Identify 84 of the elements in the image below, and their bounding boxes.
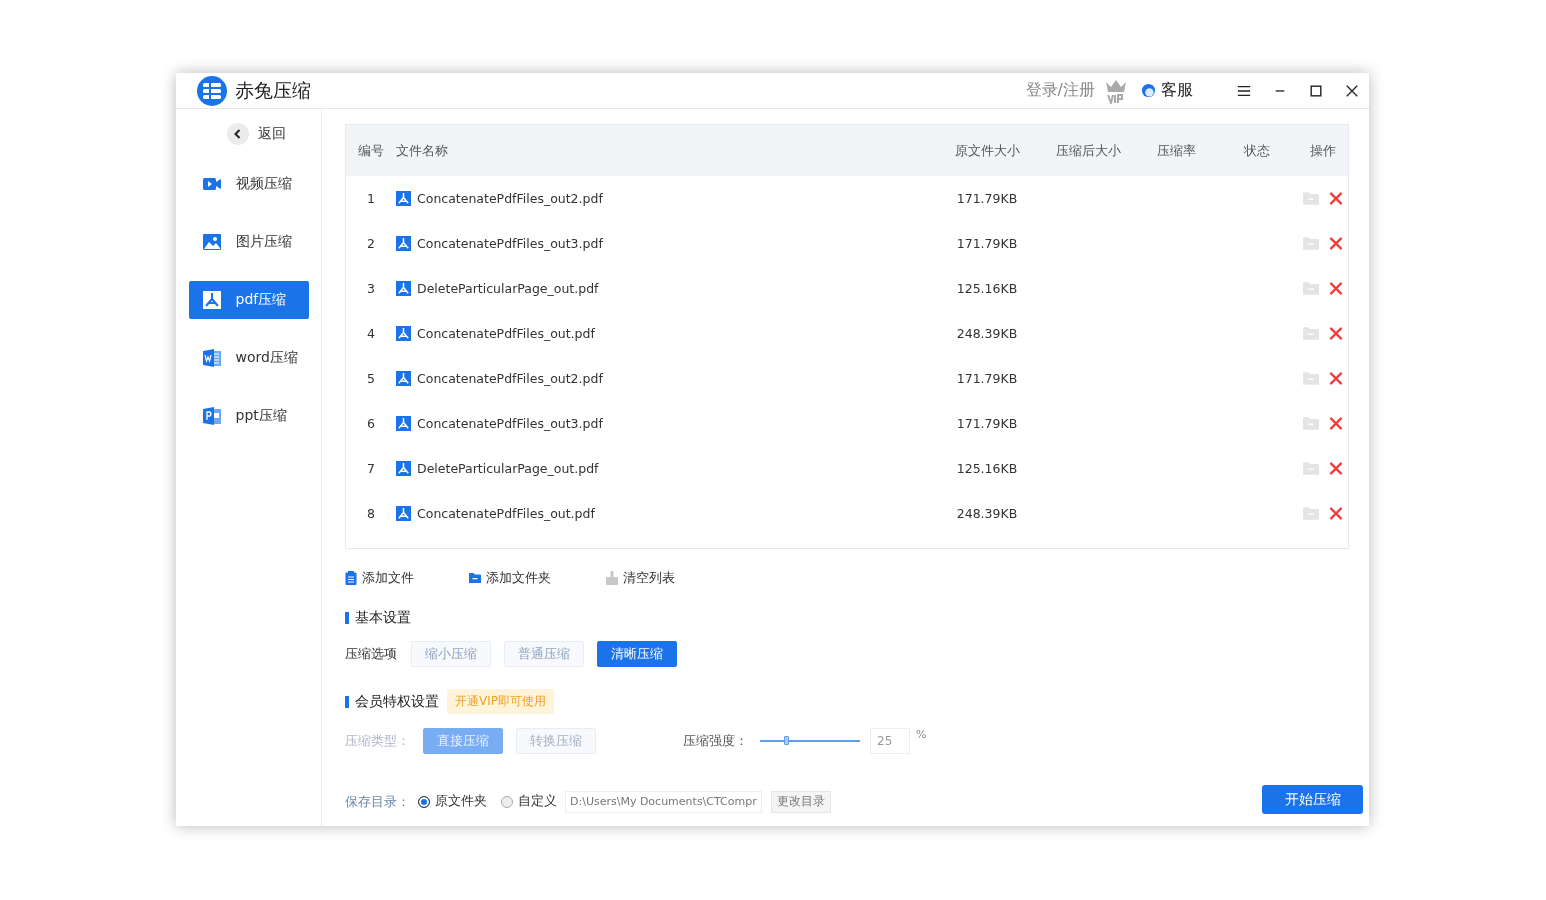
section-title: 会员特权设置 — [355, 692, 439, 711]
file-size: 248.39KB — [955, 506, 1019, 521]
row-number: 5 — [366, 371, 376, 386]
pdf-icon — [396, 506, 411, 521]
pdf-icon — [396, 236, 411, 251]
file-name: ConcatenatePdfFiles_out3.pdf — [417, 236, 603, 251]
delete-icon[interactable] — [1327, 236, 1344, 251]
change-directory-button[interactable]: 更改目录 — [770, 790, 831, 813]
compression-option[interactable]: 清晰压缩 — [597, 641, 677, 667]
toolbar-link[interactable]: 清空列表 — [606, 569, 675, 587]
file-name: DeleteParticularPage_out.pdf — [417, 281, 599, 296]
file-name: ConcatenatePdfFiles_out.pdf — [417, 506, 595, 521]
pdf-icon — [396, 371, 411, 386]
strength-label: 压缩强度： — [683, 732, 748, 750]
percent-unit: % — [916, 728, 927, 741]
type-label: 压缩类型： — [345, 732, 411, 750]
file-name: ConcatenatePdfFiles_out2.pdf — [417, 371, 603, 386]
app-title: 赤兔压缩 — [235, 77, 311, 103]
login-link[interactable]: 登录/注册 — [1025, 80, 1095, 101]
delete-icon[interactable] — [1327, 281, 1344, 296]
delete-icon[interactable] — [1327, 461, 1344, 476]
column-header: 编号 — [357, 141, 385, 160]
delete-icon[interactable] — [1327, 326, 1344, 341]
menu-icon[interactable] — [1237, 83, 1251, 98]
pdf-icon — [396, 281, 411, 296]
pdf-icon — [396, 326, 411, 341]
column-header: 原文件大小 — [953, 141, 1021, 160]
file-type-icon — [201, 232, 222, 252]
row-number: 2 — [366, 236, 376, 251]
row-number: 8 — [366, 506, 376, 521]
file-size: 125.16KB — [955, 461, 1019, 476]
save-radio[interactable]: 原文件夹 — [418, 793, 487, 810]
row-number: 6 — [366, 416, 376, 431]
vip-tag: 开通VIP即可使用 — [447, 689, 554, 714]
toolbar-link[interactable]: 添加文件夹 — [469, 569, 551, 587]
sidebar-item[interactable]: pdf压缩 — [188, 281, 309, 319]
pdf-icon — [396, 461, 411, 476]
path-field[interactable]: D:\Users\My Documents\CTCompr — [565, 790, 762, 813]
pdf-icon — [396, 416, 411, 431]
file-size: 171.79KB — [955, 191, 1019, 206]
delete-icon[interactable] — [1327, 371, 1344, 386]
sidebar-item[interactable]: 图片压缩 — [188, 223, 309, 261]
file-size: 171.79KB — [955, 416, 1019, 431]
support-link[interactable]: 客服 — [1161, 80, 1193, 101]
start-button[interactable]: 开始压缩 — [1262, 785, 1363, 814]
column-header: 操作 — [1309, 141, 1337, 160]
section-title: 基本设置 — [355, 609, 411, 627]
pdf-icon — [396, 191, 411, 206]
file-size: 125.16KB — [955, 281, 1019, 296]
broom-icon — [606, 571, 618, 585]
back-button[interactable]: 返回 — [176, 109, 297, 145]
delete-icon[interactable] — [1327, 506, 1344, 521]
delete-icon[interactable] — [1327, 191, 1344, 206]
delete-icon[interactable] — [1327, 416, 1344, 431]
file-size: 248.39KB — [955, 326, 1019, 341]
file-type-icon — [201, 406, 222, 426]
column-header: 文件名称 — [396, 141, 449, 160]
sidebar-item[interactable]: 视频压缩 — [188, 165, 309, 203]
support-avatar-icon[interactable] — [1141, 83, 1156, 98]
row-number: 1 — [366, 191, 376, 206]
file-size: 171.79KB — [955, 236, 1019, 251]
file-name: ConcatenatePdfFiles_out3.pdf — [417, 416, 603, 431]
sidebar-item[interactable]: ppt压缩 — [188, 397, 309, 435]
file-name: ConcatenatePdfFiles_out.pdf — [417, 326, 595, 341]
file-name: ConcatenatePdfFiles_out2.pdf — [417, 191, 603, 206]
row-number: 7 — [366, 461, 376, 476]
close-icon[interactable] — [1345, 83, 1359, 98]
save-radio[interactable]: 自定义 — [501, 793, 557, 810]
clipboard-icon — [345, 571, 357, 585]
toolbar-link[interactable]: 添加文件 — [345, 569, 414, 587]
row-number: 3 — [366, 281, 376, 296]
file-name: DeleteParticularPage_out.pdf — [417, 461, 599, 476]
option-label: 压缩选项 — [345, 645, 398, 663]
file-size: 171.79KB — [955, 371, 1019, 386]
file-type-icon — [201, 348, 222, 368]
sidebar-item[interactable]: word压缩 — [188, 339, 309, 377]
column-header: 状态 — [1243, 141, 1271, 160]
save-label: 保存目录： — [345, 792, 410, 811]
column-header: 压缩后大小 — [1054, 141, 1122, 160]
maximize-icon[interactable] — [1309, 83, 1323, 98]
row-number: 4 — [366, 326, 376, 341]
file-type-icon — [201, 290, 222, 310]
folder-icon — [469, 571, 481, 585]
column-header: 压缩率 — [1155, 141, 1197, 160]
